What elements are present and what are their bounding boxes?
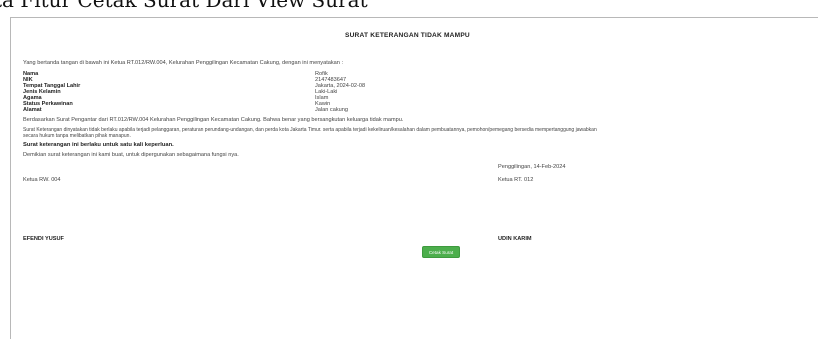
letter-document: SURAT KETERANGAN TIDAK MAMPU Yang bertan…: [10, 17, 818, 339]
page-caption: ta Fitur Cetak Surat Dari View Surat: [0, 0, 368, 12]
signer-left-title: Ketua RW. 004: [23, 177, 61, 183]
letter-title: SURAT KETERANGAN TIDAK MAMPU: [345, 32, 470, 39]
signer-right-title: Ketua RT. 012: [498, 177, 534, 183]
statement-text: Berdasarkan Surat Pengantar dari RT.012/…: [23, 117, 404, 123]
disclaimer-line-2: secara hukum tanpa melibatkan pihak mana…: [23, 133, 131, 139]
closing-text: Demikian surat keterangan ini kami buat,…: [23, 152, 239, 158]
signer-left-name: EFENDI YUSUF: [23, 236, 64, 242]
place-date: Penggilingan, 14-Feb-2024: [498, 164, 566, 170]
print-letter-button[interactable]: Cetak Surat: [422, 246, 460, 258]
signer-right-name: UDIN KARIM: [498, 236, 532, 242]
intro-text: Yang bertanda tangan di bawah ini Ketua …: [23, 60, 344, 66]
validity-text: Surat keterangan ini berlaku untuk satu …: [23, 142, 174, 148]
field-label-address: Alamat: [23, 107, 42, 113]
field-value-address: Jalan cakung: [315, 107, 348, 113]
